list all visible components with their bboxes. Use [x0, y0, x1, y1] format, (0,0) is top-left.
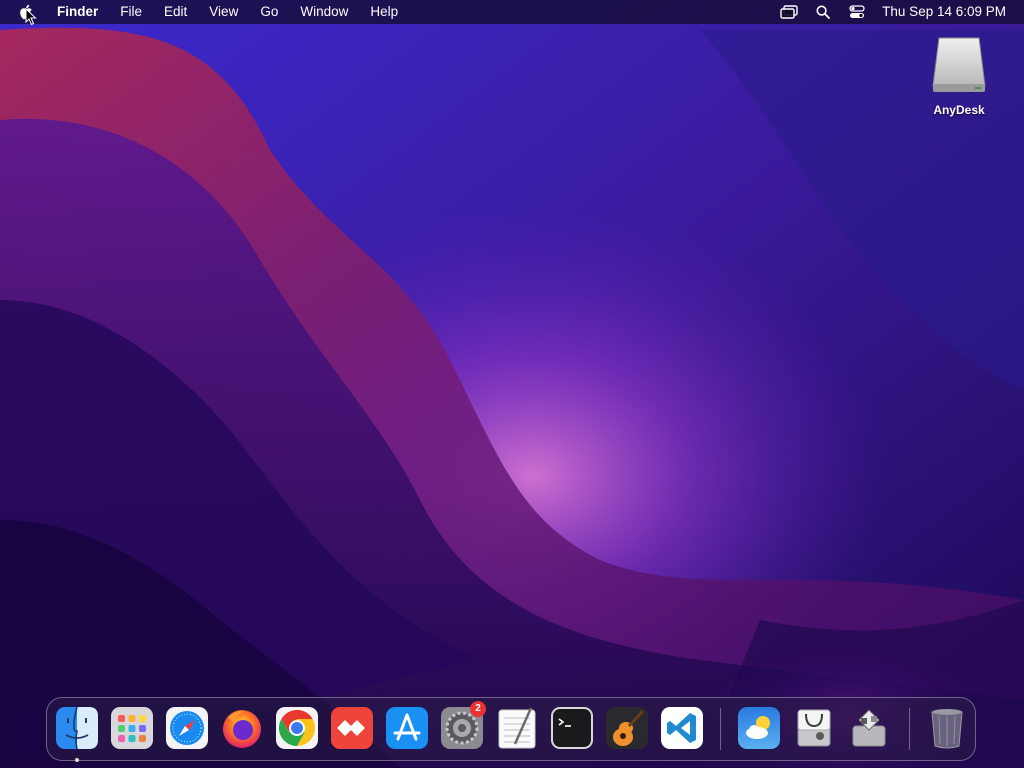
screen-mirroring-icon[interactable]	[772, 0, 806, 24]
desktop-icon-anydesk[interactable]: AnyDesk	[920, 34, 998, 117]
dock-item-app-store[interactable]	[385, 706, 429, 750]
dock-item-textedit[interactable]	[495, 706, 539, 750]
firefox-icon	[223, 710, 261, 748]
dock-item-chrome[interactable]	[275, 706, 319, 750]
menu-go[interactable]: Go	[249, 0, 289, 24]
menu-edit[interactable]: Edit	[153, 0, 198, 24]
dock: 2	[46, 697, 976, 762]
spotlight-search-icon[interactable]	[806, 0, 840, 24]
weather-icon	[738, 707, 780, 749]
dock-item-vscode[interactable]	[660, 706, 704, 750]
menu-help[interactable]: Help	[359, 0, 409, 24]
dock-item-trash[interactable]	[925, 706, 969, 750]
trash-icon	[931, 709, 963, 749]
finder-icon	[56, 706, 98, 750]
app-store-icon	[386, 707, 428, 749]
vscode-icon	[661, 707, 703, 749]
external-drive-icon	[932, 37, 986, 92]
dock-item-launchpad[interactable]	[110, 706, 154, 750]
menu-bar-clock[interactable]: Thu Sep 14 6:09 PM	[874, 0, 1024, 24]
menu-app-name[interactable]: Finder	[46, 0, 109, 24]
dock-item-system-settings[interactable]: 2	[440, 701, 486, 750]
menu-view[interactable]: View	[198, 0, 249, 24]
desktop-wallpaper	[0, 0, 1024, 768]
terminal-icon	[551, 707, 593, 749]
running-indicator	[75, 758, 79, 762]
dock-item-weather[interactable]	[737, 706, 781, 750]
dock-item-garageband[interactable]	[605, 706, 649, 750]
menu-bar: Finder File Edit View Go Window Help Thu…	[0, 0, 1024, 24]
dock-item-boot-camp[interactable]	[847, 706, 891, 750]
chrome-icon	[276, 707, 318, 749]
notification-badge: 2	[470, 701, 486, 717]
mouse-cursor-icon	[25, 8, 37, 26]
dock-item-safari[interactable]	[165, 706, 209, 750]
dock-item-firefox[interactable]	[220, 706, 264, 750]
launchpad-icon	[111, 707, 153, 749]
menu-file[interactable]: File	[109, 0, 153, 24]
desktop-icon-label: AnyDesk	[933, 103, 985, 117]
dock-item-finder[interactable]	[55, 706, 99, 762]
dock-item-disk-utility[interactable]	[792, 706, 836, 750]
dock-item-anydesk[interactable]	[330, 706, 374, 750]
dock-separator	[720, 708, 721, 750]
menu-window[interactable]: Window	[289, 0, 359, 24]
textedit-icon	[498, 707, 536, 749]
safari-icon	[166, 707, 208, 749]
boot-camp-icon	[852, 709, 886, 747]
dock-item-terminal[interactable]	[550, 706, 594, 750]
disk-utility-icon	[797, 709, 831, 747]
garageband-icon	[606, 707, 648, 749]
dock-separator	[909, 708, 910, 750]
anydesk-icon	[331, 707, 373, 749]
control-center-icon[interactable]	[840, 0, 874, 24]
